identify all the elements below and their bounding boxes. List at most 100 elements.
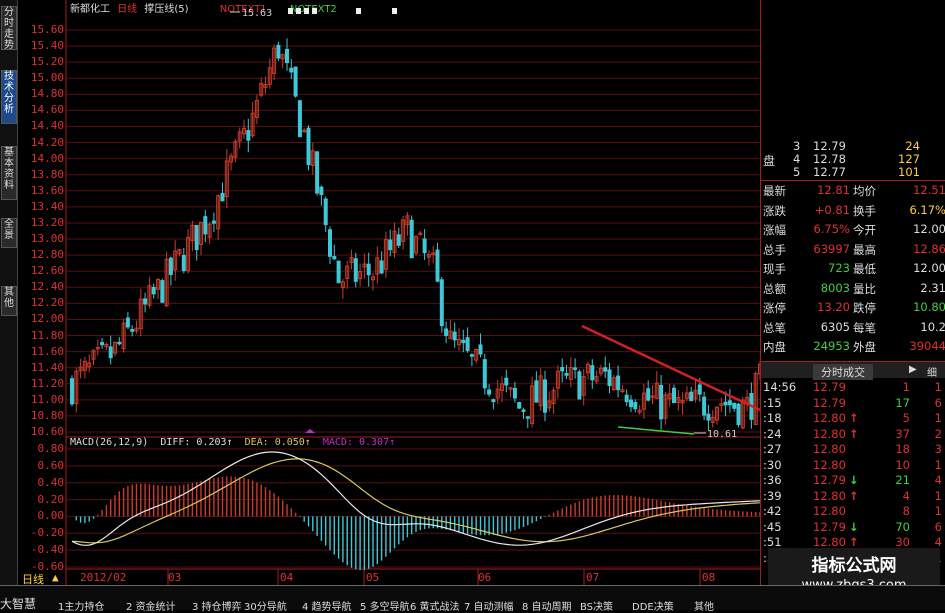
- candle-body: [160, 280, 165, 303]
- candle-body: [285, 48, 289, 64]
- order-volume: 127: [898, 152, 920, 166]
- candle-body: [727, 400, 732, 406]
- tick-count: 1: [934, 488, 942, 503]
- tick-volume: 30: [895, 535, 910, 549]
- bottom-tab[interactable]: 2 资金统计: [126, 598, 176, 613]
- candle-body: [409, 219, 414, 259]
- tick-volume: 10: [895, 457, 910, 472]
- tick-row: :30 12.80 10 1: [761, 458, 945, 474]
- tick-volume: 8: [902, 504, 910, 518]
- tick-count: 4: [934, 473, 942, 487]
- bottom-tab[interactable]: 5 多空导航: [360, 598, 410, 613]
- candle-body: [590, 365, 595, 381]
- detail-button[interactable]: 细: [927, 364, 937, 379]
- candle-body: [422, 238, 427, 254]
- tick-price: 12.80: [813, 411, 846, 425]
- stat-label: 最低: [853, 262, 876, 276]
- bottom-tab[interactable]: DDE决策: [632, 598, 674, 613]
- tick-price: 12.80: [813, 426, 846, 441]
- stats-row: 涨幅 6.75% 今开 12.00: [761, 222, 945, 238]
- bottom-tab[interactable]: BS决策: [580, 598, 613, 613]
- tick-arrow-icon: ↑: [849, 535, 859, 549]
- tick-count: 1: [934, 380, 942, 394]
- order-book: 盘 3 12.79 24 4 12.78 127 5 12.77 101: [761, 139, 945, 181]
- macd-value: MACD: 0.307↑: [322, 437, 396, 448]
- kline-chart[interactable]: 15.63 10.61: [0, 0, 760, 609]
- tick-price: 12.79: [813, 519, 846, 534]
- macd-name: MACD(26,12,9): [70, 437, 149, 448]
- tick-time: :27: [763, 442, 782, 456]
- tick-volume: 37: [895, 426, 910, 441]
- stat-label: 涨幅: [763, 223, 786, 237]
- stats-row: 总额 8003 量比 2.31: [761, 281, 945, 297]
- tick-time: :18: [763, 411, 782, 425]
- candle-body: [603, 367, 608, 372]
- stat-label: 最高: [853, 242, 876, 257]
- tick-volume: 70: [895, 519, 910, 534]
- bottom-tab[interactable]: 30分导航: [244, 598, 287, 613]
- candle-body: [573, 367, 578, 370]
- candle-body: [517, 402, 522, 409]
- tick-time: :15: [763, 395, 782, 410]
- candle-body: [534, 380, 539, 403]
- tick-price: 12.79: [813, 380, 846, 394]
- order-level: 4: [793, 152, 801, 166]
- candle-body: [353, 258, 358, 282]
- marker-square: [312, 8, 317, 14]
- bottom-tab[interactable]: 7 自动测幅: [464, 598, 514, 613]
- candle-body: [388, 239, 393, 251]
- month-label: 05: [366, 571, 380, 584]
- candle-body: [452, 331, 457, 341]
- candle-body: [211, 220, 216, 224]
- play-icon[interactable]: ▶: [909, 364, 917, 375]
- bottom-tab[interactable]: 其他: [694, 598, 714, 613]
- support-line: [617, 426, 695, 435]
- stat-label: 每笔: [853, 320, 876, 335]
- macd-dea: DEA: 0.050↑: [244, 437, 311, 448]
- candle-body: [504, 377, 509, 386]
- stat-value: 63997: [813, 241, 850, 256]
- order-price: 12.79: [813, 139, 846, 153]
- order-row[interactable]: 5 12.77 101: [761, 165, 945, 181]
- bottom-tab[interactable]: 1主力持仓: [58, 598, 104, 613]
- candle-body: [168, 257, 173, 276]
- candle-body: [525, 416, 530, 419]
- bottom-tab-bar: 大智慧 1主力持仓 2 资金统计 3 持仓博弈 30分导航 4 趋势导航 5 多空导航 6 黄…: [0, 585, 945, 613]
- stat-label: 今开: [853, 223, 876, 237]
- candle-body: [577, 371, 582, 400]
- bottom-tab[interactable]: 大智慧: [0, 595, 36, 612]
- marker-square: [296, 8, 301, 14]
- bottom-tab[interactable]: 3 持仓博弈: [192, 598, 242, 613]
- ticks-title[interactable]: 分时成交: [813, 364, 873, 380]
- candle-body: [194, 224, 199, 251]
- bottom-tab[interactable]: 8 自动周期: [522, 598, 572, 613]
- stats-row: 总手 63997 最高 12.86: [761, 242, 945, 258]
- stat-label: 涨停: [763, 301, 786, 315]
- stat-value: 6.75%: [813, 222, 850, 236]
- tick-price: 12.80: [813, 488, 846, 503]
- date-axis-marker-icon[interactable]: ▲: [52, 571, 59, 584]
- candle-body: [117, 341, 122, 345]
- bottom-tab[interactable]: 6 黄式战法: [410, 598, 460, 613]
- candle-body: [469, 354, 474, 357]
- stat-label: 现手: [763, 262, 786, 276]
- bottom-tab[interactable]: 4 趋势导航: [302, 598, 352, 613]
- tick-arrow-icon: ↓: [849, 519, 859, 534]
- candle-body: [723, 401, 728, 406]
- candle-body: [332, 256, 337, 260]
- stat-value: 10.2: [920, 319, 945, 334]
- stats-row: 总笔 6305 每笔 10.2: [761, 320, 945, 336]
- marker-square: [304, 8, 309, 14]
- tick-time: :42: [763, 504, 782, 518]
- candle-body: [328, 229, 332, 257]
- candle-body: [512, 388, 517, 399]
- candle-body: [297, 100, 302, 138]
- stat-label: 总笔: [763, 320, 786, 335]
- tick-volume: 4: [902, 488, 910, 503]
- stat-value: 13.20: [817, 300, 850, 314]
- stat-value: 8003: [820, 280, 850, 295]
- candle-body: [659, 384, 664, 420]
- candle-body: [629, 399, 633, 408]
- candle-body: [151, 286, 156, 295]
- order-level: 3: [793, 139, 801, 153]
